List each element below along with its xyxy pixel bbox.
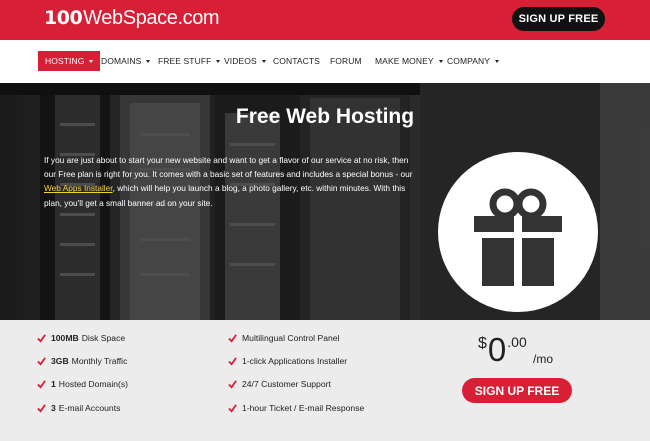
check-icon [228, 333, 237, 343]
check-icon [37, 379, 46, 389]
nav-item-label: COMPANY [447, 56, 491, 66]
feature-apps-installer: 1-click Applications Installer [228, 354, 347, 368]
header-signup-button[interactable]: SIGN UP FREE [512, 7, 605, 31]
chevron-down-icon [216, 59, 221, 63]
price-currency: $ [478, 335, 487, 352]
nav-item-hosting[interactable]: HOSTING [38, 51, 101, 71]
nav-item-make-money[interactable]: MAKE MONEY [375, 51, 443, 71]
page-title: Free Web Hosting [235, 105, 415, 128]
logo-text: WebSpace.com [83, 7, 220, 29]
feature-label: Multilingual Control Panel [242, 333, 340, 343]
nav-item-label: FORUM [330, 56, 362, 66]
main-nav: HOSTING DOMAINS FREE STUFF VIDEOS CONTAC… [0, 40, 650, 83]
hero-banner: Free Web Hosting If you are just about t… [0, 83, 650, 320]
hero-description: If you are just about to start your new … [44, 153, 414, 210]
feature-email-accounts: 3 E-mail Accounts [37, 401, 120, 415]
chevron-down-icon [89, 59, 94, 63]
price-display: $ 0 .00 [478, 332, 527, 372]
gift-badge [438, 152, 598, 312]
feature-control-panel: Multilingual Control Panel [228, 331, 339, 345]
nav-item-label: CONTACTS [273, 56, 320, 66]
gift-icon [474, 188, 562, 286]
price-period: /mo [533, 352, 554, 366]
chevron-down-icon [261, 59, 266, 63]
logo-number: 100 [44, 7, 83, 29]
price-decimals: .00 [507, 334, 527, 350]
feature-disk-space: 100MB Disk Space [37, 331, 125, 345]
site-logo[interactable]: 100 WebSpace.com [44, 7, 220, 31]
price-amount: 0 [487, 331, 507, 368]
feature-label: 24/7 Customer Support [242, 379, 331, 389]
hero-text-start: If you are just about to start your new … [44, 155, 413, 180]
nav-item-label: DOMAINS [101, 56, 142, 66]
feature-label: Disk Space [81, 333, 126, 343]
feature-value: 3 [51, 403, 56, 413]
feature-value: 3GB [51, 356, 69, 366]
nav-item-label: VIDEOS [224, 56, 257, 66]
check-icon [228, 379, 237, 389]
plan-signup-button[interactable]: SIGN UP FREE [462, 378, 572, 403]
nav-item-forum[interactable]: FORUM [330, 51, 362, 71]
feature-label: Monthly Traffic [71, 356, 128, 366]
feature-customer-support: 24/7 Customer Support [228, 377, 331, 391]
check-icon [37, 356, 46, 366]
feature-label: 1-hour Ticket / E-mail Response [242, 403, 365, 413]
top-bar: 100 WebSpace.com SIGN UP FREE [0, 0, 650, 40]
chevron-down-icon [438, 59, 443, 63]
feature-label: 1-click Applications Installer [242, 356, 348, 366]
check-icon [37, 333, 46, 343]
nav-item-label: FREE STUFF [158, 56, 212, 66]
nav-item-domains[interactable]: DOMAINS [101, 51, 151, 71]
check-icon [228, 403, 237, 413]
nav-item-contacts[interactable]: CONTACTS [273, 51, 320, 71]
feature-value: 100MB [51, 333, 79, 343]
feature-monthly-traffic: 3GB Monthly Traffic [37, 354, 127, 368]
feature-hosted-domains: 1 Hosted Domain(s) [37, 377, 128, 391]
feature-ticket-response: 1-hour Ticket / E-mail Response [228, 401, 364, 415]
check-icon [228, 356, 237, 366]
feature-label: Hosted Domain(s) [58, 379, 129, 389]
feature-value: 1 [51, 379, 56, 389]
nav-item-free-stuff[interactable]: FREE STUFF [158, 51, 221, 71]
nav-item-company[interactable]: COMPANY [447, 51, 500, 71]
nav-item-videos[interactable]: VIDEOS [224, 51, 266, 71]
web-apps-installer-link[interactable]: Web Apps Installer [44, 183, 113, 193]
chevron-down-icon [146, 59, 151, 63]
feature-label: E-mail Accounts [58, 403, 121, 413]
check-icon [37, 403, 46, 413]
chevron-down-icon [495, 59, 500, 63]
nav-item-label: MAKE MONEY [375, 56, 434, 66]
nav-item-label: HOSTING [45, 56, 85, 66]
